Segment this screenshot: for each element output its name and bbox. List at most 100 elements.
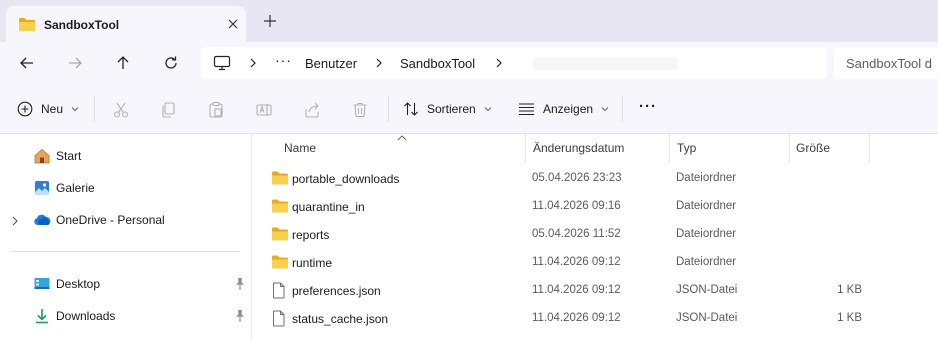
toolbar-divider: [94, 96, 95, 122]
navigation-pane: Start Galerie OneDrive - Personal Deskto…: [0, 134, 252, 341]
column-divider[interactable]: [669, 134, 670, 162]
file-name: quarantine_in: [292, 200, 365, 214]
file-row[interactable]: reports 05.04.2026 11:52 Dateiordner: [253, 220, 938, 248]
more-options-icon: ···: [639, 97, 657, 115]
column-header-size[interactable]: Größe: [796, 134, 866, 162]
column-divider[interactable]: [869, 134, 870, 162]
file-type: Dateiordner: [676, 228, 737, 240]
file-name: portable_downloads: [292, 172, 400, 186]
file-name: reports: [292, 228, 330, 242]
sort-button-label: Sortieren: [427, 102, 476, 116]
desktop-icon: [33, 275, 51, 293]
file-row[interactable]: portable_downloads 05.04.2026 23:23 Date…: [253, 164, 938, 192]
new-button[interactable]: Neu: [17, 100, 79, 118]
file-type: JSON-Datei: [676, 284, 738, 296]
toolbar-divider: [388, 96, 389, 122]
chevron-right-icon[interactable]: [248, 57, 258, 69]
tab-title: SandboxTool: [44, 18, 120, 32]
file-date: 11.04.2026 09:12: [532, 284, 621, 296]
computer-icon[interactable]: [213, 55, 231, 74]
folder-icon: [271, 198, 288, 214]
file-type: JSON-Datei: [676, 312, 738, 324]
toolbar-divider: [622, 96, 623, 122]
column-divider[interactable]: [525, 134, 526, 162]
breadcrumb-item-benutzer[interactable]: Benutzer: [305, 56, 357, 71]
new-tab-icon[interactable]: [262, 13, 278, 29]
download-icon: [33, 307, 51, 325]
cut-icon[interactable]: [112, 101, 130, 119]
trash-icon[interactable]: [351, 101, 369, 119]
view-lines-icon: [519, 103, 534, 116]
chevron-down-icon: [601, 107, 609, 112]
close-tab-icon[interactable]: [224, 15, 242, 33]
home-icon: [33, 147, 51, 165]
file-date: 05.04.2026 11:52: [532, 228, 621, 240]
file-type: Dateiordner: [676, 256, 737, 268]
active-tab[interactable]: SandboxTool: [6, 6, 246, 42]
sidebar-item-onedrive[interactable]: OneDrive - Personal: [0, 207, 252, 233]
file-row[interactable]: quarantine_in 11.04.2026 09:16 Dateiordn…: [253, 192, 938, 220]
sort-button[interactable]: Sortieren: [403, 100, 492, 118]
sidebar-item-galerie[interactable]: Galerie: [0, 175, 252, 201]
file-type: Dateiordner: [676, 172, 737, 184]
sidebar-item-label: Start: [56, 149, 82, 163]
sidebar-divider: [10, 251, 240, 252]
address-bar[interactable]: ··· Benutzer SandboxTool: [201, 47, 827, 79]
sidebar-item-downloads[interactable]: Downloads: [0, 303, 252, 329]
pin-icon[interactable]: [234, 309, 246, 323]
sidebar-item-label: Desktop: [56, 277, 101, 291]
refresh-icon[interactable]: [161, 53, 181, 73]
chevron-down-icon: [484, 107, 492, 112]
copy-icon[interactable]: [159, 101, 177, 119]
chevron-right-icon[interactable]: [11, 215, 19, 226]
navigation-bar: ··· Benutzer SandboxTool SandboxTool d: [0, 42, 938, 84]
breadcrumb-item-sandboxtool[interactable]: SandboxTool: [400, 56, 475, 71]
file-list-header: Name Änderungsdatum Typ Größe: [253, 134, 938, 162]
chevron-right-icon[interactable]: [494, 57, 504, 69]
file-icon: [271, 282, 287, 299]
column-header-type[interactable]: Typ: [677, 134, 787, 162]
gallery-icon: [33, 179, 51, 197]
file-name: status_cache.json: [292, 312, 389, 326]
file-row[interactable]: preferences.json 11.04.2026 09:12 JSON-D…: [253, 276, 938, 304]
rename-icon[interactable]: [255, 101, 273, 119]
breadcrumb-overflow[interactable]: ···: [275, 52, 292, 68]
sidebar-item-start[interactable]: Start: [0, 143, 252, 169]
file-icon: [271, 310, 287, 327]
plus-circle-icon: [17, 101, 33, 117]
paste-icon[interactable]: [207, 101, 225, 119]
sidebar-item-label: Galerie: [56, 181, 95, 195]
share-icon[interactable]: [303, 101, 321, 119]
more-options-button[interactable]: ···: [639, 97, 657, 115]
title-bar: SandboxTool: [0, 0, 938, 42]
search-placeholder: SandboxTool d: [846, 56, 933, 71]
onedrive-cloud-icon: [33, 211, 51, 229]
column-divider[interactable]: [789, 134, 790, 162]
pin-icon[interactable]: [234, 277, 246, 291]
file-name: preferences.json: [292, 284, 381, 298]
file-type: Dateiordner: [676, 200, 737, 212]
chevron-right-icon[interactable]: [374, 57, 384, 69]
file-size: 1 KB: [837, 312, 862, 324]
up-arrow-icon[interactable]: [113, 53, 133, 73]
file-date: 11.04.2026 09:16: [532, 200, 621, 212]
column-header-date[interactable]: Änderungsdatum: [533, 134, 668, 162]
file-date: 11.04.2026 09:12: [532, 312, 621, 324]
file-date: 05.04.2026 23:23: [532, 172, 622, 184]
file-row[interactable]: runtime 11.04.2026 09:12 Dateiordner: [253, 248, 938, 276]
sidebar-item-desktop[interactable]: Desktop: [0, 271, 252, 297]
forward-arrow-icon[interactable]: [65, 53, 85, 73]
search-input[interactable]: SandboxTool d: [834, 47, 938, 79]
folder-icon: [271, 254, 288, 270]
file-row[interactable]: status_cache.json 11.04.2026 09:12 JSON-…: [253, 304, 938, 332]
folder-icon: [271, 226, 288, 242]
folder-icon: [18, 17, 36, 35]
view-button[interactable]: Anzeigen: [518, 100, 609, 118]
folder-icon: [271, 170, 288, 186]
column-header-name[interactable]: Name: [284, 134, 524, 162]
new-button-label: Neu: [41, 102, 64, 116]
back-arrow-icon[interactable]: [17, 53, 37, 73]
chevron-down-icon: [71, 107, 79, 112]
view-button-label: Anzeigen: [543, 102, 594, 116]
sidebar-item-label: Downloads: [56, 309, 116, 323]
